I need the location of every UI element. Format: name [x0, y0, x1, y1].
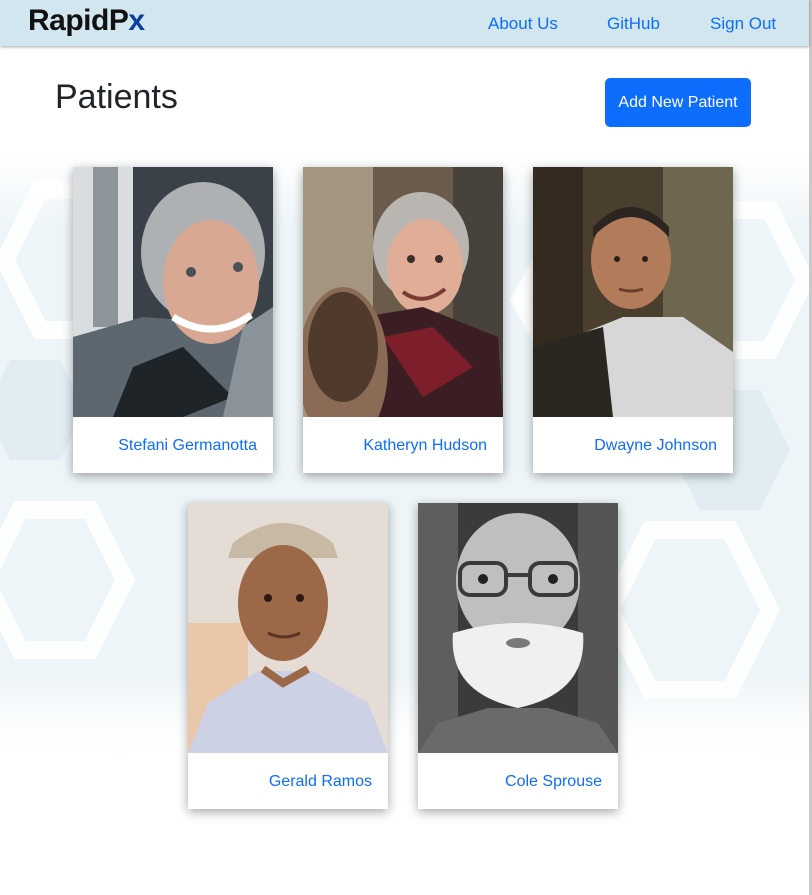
nav-link-about-us[interactable]: About Us: [488, 14, 558, 34]
patient-card[interactable]: Katheryn Hudson: [303, 167, 503, 473]
page: RapidPx About Us GitHub Sign Out Patient…: [0, 0, 812, 895]
patient-name-link[interactable]: Dwayne Johnson: [594, 437, 717, 455]
patient-name-link[interactable]: Cole Sprouse: [505, 773, 602, 791]
patient-photo[interactable]: [188, 503, 388, 753]
brand-accent-letter: x: [128, 4, 145, 37]
patient-card[interactable]: Gerald Ramos: [188, 503, 388, 809]
patient-name-link[interactable]: Katheryn Hudson: [363, 437, 487, 455]
add-new-patient-button[interactable]: Add New Patient: [605, 78, 751, 127]
patient-photo[interactable]: [533, 167, 733, 417]
patient-photo[interactable]: [303, 167, 503, 417]
patient-card[interactable]: Dwayne Johnson: [533, 167, 733, 473]
nav-link-sign-out[interactable]: Sign Out: [710, 14, 776, 34]
patient-name-link[interactable]: Gerald Ramos: [269, 773, 372, 791]
page-title: Patients: [55, 78, 178, 116]
brand-name: RapidP: [28, 4, 129, 37]
patient-name-link[interactable]: Stefani Germanotta: [118, 437, 257, 455]
patient-photo[interactable]: [418, 503, 618, 753]
patient-card[interactable]: Cole Sprouse: [418, 503, 618, 809]
patient-card[interactable]: Stefani Germanotta: [73, 167, 273, 473]
navbar: RapidPx About Us GitHub Sign Out: [0, 0, 809, 46]
nav-link-github[interactable]: GitHub: [607, 14, 660, 34]
patient-photo[interactable]: [73, 167, 273, 417]
brand-logo[interactable]: RapidPx: [28, 4, 145, 38]
